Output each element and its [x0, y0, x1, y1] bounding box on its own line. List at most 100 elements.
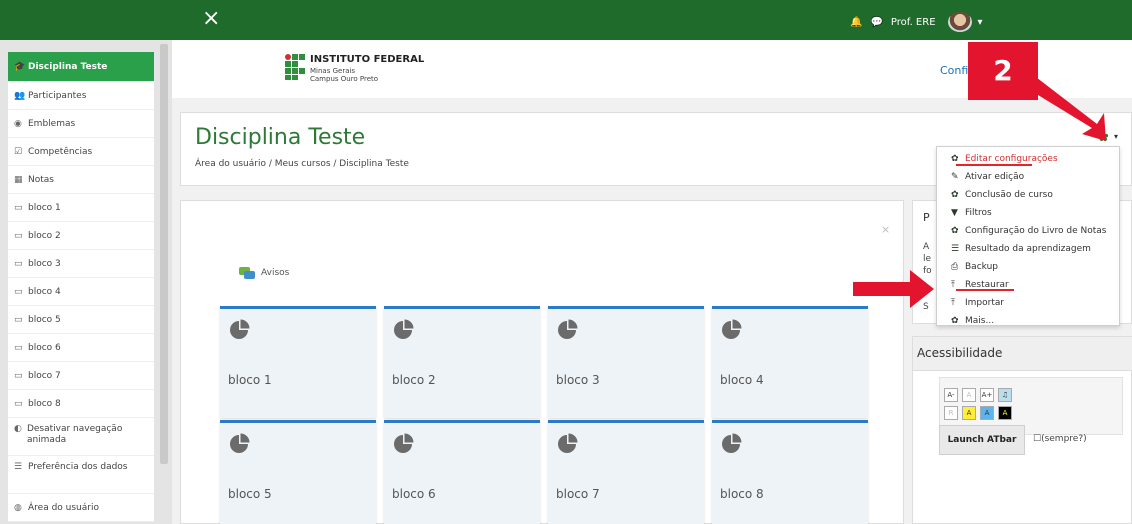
color-black-button[interactable]: A — [998, 406, 1012, 420]
launch-atbar-button[interactable]: Launch ATbar — [939, 425, 1025, 455]
speech-button[interactable]: ♫ — [998, 388, 1012, 402]
logo-line3: Campus Ouro Preto — [310, 75, 379, 83]
section-tile[interactable]: bloco 5 — [220, 420, 376, 524]
nav-item-icon: ▭ — [14, 286, 23, 297]
nav-item-icon: ▭ — [14, 202, 23, 213]
sidebar-item-label: Disciplina Teste — [28, 61, 108, 72]
sidebar-item[interactable]: 🎓 Disciplina Teste — [8, 52, 154, 82]
nav-item-icon: 👥 — [14, 90, 26, 101]
tile-label: bloco 7 — [556, 487, 600, 501]
color-yellow-button[interactable]: A — [962, 406, 976, 420]
sidebar-item[interactable]: ◍ Área do usuário — [8, 494, 154, 522]
sidebar-item[interactable]: ☑ Competências — [8, 138, 154, 166]
chat-icon[interactable]: 💬 — [870, 17, 882, 28]
section-tile[interactable]: bloco 3 — [548, 306, 704, 418]
gear-icon[interactable]: ✿ — [1098, 130, 1109, 145]
menu-item-label: Backup — [965, 262, 998, 272]
avatar[interactable] — [947, 12, 972, 32]
logo-subtitle: Minas Gerais Campus Ouro Preto — [310, 67, 378, 83]
menu-item[interactable]: ▼ Filtros — [937, 204, 1119, 222]
font-decrease-button[interactable]: A- — [944, 388, 958, 402]
sidebar-item-label: bloco 1 — [28, 202, 61, 213]
color-reset-button[interactable]: R — [944, 406, 958, 420]
menu-item[interactable]: ⎙ Backup — [937, 258, 1119, 276]
sidebar-item[interactable]: ▭ bloco 5 — [8, 306, 154, 334]
section-tile[interactable]: bloco 1 — [220, 306, 376, 418]
menu-item[interactable]: ☰ Resultado da aprendizagem — [937, 240, 1119, 258]
sempre-checkbox[interactable]: ☐(sempre?) — [1033, 434, 1087, 444]
side-block-text: A le fo S — [923, 241, 932, 313]
nav-item-icon: ▭ — [14, 342, 23, 353]
sidebar-item[interactable]: 👥 Participantes — [8, 82, 154, 110]
close-icon[interactable]: × — [881, 223, 890, 236]
sidebar-item[interactable]: ▭ bloco 8 — [8, 390, 154, 418]
forum-avisos-link[interactable]: Avisos — [239, 267, 289, 279]
menu-item[interactable]: ⤒ Restaurar — [937, 276, 1119, 294]
avisos-label: Avisos — [261, 268, 290, 278]
pie-chart-icon — [230, 319, 250, 339]
sidebar-item-label: Desativar navegação animada — [26, 424, 123, 445]
sidebar-item[interactable]: ◉ Emblemas — [8, 110, 154, 138]
menu-item-label: Conclusão de curso — [965, 190, 1053, 200]
section-tile[interactable]: bloco 8 — [712, 420, 868, 524]
section-tile[interactable]: bloco 7 — [548, 420, 704, 524]
font-reset-button[interactable]: A — [962, 388, 976, 402]
nav-scrollbar[interactable] — [160, 44, 168, 464]
user-name[interactable]: Prof. ERE — [891, 17, 936, 28]
tile-label: bloco 6 — [392, 487, 436, 501]
tile-label: bloco 3 — [556, 373, 600, 387]
forum-icon — [239, 267, 255, 279]
sidebar-item[interactable]: ▭ bloco 6 — [8, 334, 154, 362]
sidebar-item[interactable]: ☰ Preferência dos dados — [8, 456, 154, 494]
menu-item[interactable]: ✎ Ativar edição — [937, 168, 1119, 186]
side-text-line: le — [923, 254, 932, 264]
tile-label: bloco 4 — [720, 373, 764, 387]
sidebar-item[interactable]: ▭ bloco 7 — [8, 362, 154, 390]
tile-label: bloco 1 — [228, 373, 272, 387]
menu-item-label: Editar configurações — [965, 154, 1058, 164]
menu-item[interactable]: ✿ Mais... — [937, 312, 1119, 330]
sidebar-item-label: bloco 2 — [28, 230, 61, 241]
sidebar-item-label: Competências — [28, 146, 93, 157]
caret-down-icon[interactable]: ▾ — [978, 17, 983, 28]
color-blue-button[interactable]: A — [980, 406, 994, 420]
left-navigation-drawer: 🎓 Disciplina Teste 👥 Participantes ◉ Emblemas… — [0, 40, 172, 524]
sidebar-item[interactable]: ▭ bloco 1 — [8, 194, 154, 222]
menu-item[interactable]: ✿ Conclusão de curso — [937, 186, 1119, 204]
menu-item[interactable]: ⤒ Importar — [937, 294, 1119, 312]
sidebar-item[interactable]: ▭ bloco 4 — [8, 278, 154, 306]
close-icon[interactable]: × — [202, 7, 220, 31]
page-title: Disciplina Teste — [195, 125, 366, 150]
section-tile[interactable]: bloco 4 — [712, 306, 868, 418]
section-tile[interactable]: bloco 2 — [384, 306, 540, 418]
sidebar-item[interactable]: ◐ Desativar navegação animada — [8, 418, 154, 456]
nav-item-icon: ▭ — [14, 370, 23, 381]
sidebar-item[interactable]: ▦ Notas — [8, 166, 154, 194]
chevron-down-icon[interactable]: ▾ — [1114, 132, 1118, 141]
step-callout-badge: 2 — [968, 42, 1038, 100]
pie-chart-icon — [558, 433, 578, 453]
nav-item-icon: ▦ — [14, 174, 23, 185]
breadcrumb[interactable]: Área do usuário / Meus cursos / Discipli… — [195, 159, 409, 169]
sidebar-item-label: Preferência dos dados — [28, 462, 128, 472]
sidebar-item-label: Notas — [28, 174, 54, 185]
menu-item[interactable]: ✿ Configuração do Livro de Notas — [937, 222, 1119, 240]
config-link[interactable]: Confi — [940, 64, 968, 77]
menu-item-icon: ✎ — [951, 172, 959, 182]
font-increase-button[interactable]: A+ — [980, 388, 994, 402]
sidebar-item-label: bloco 8 — [28, 398, 61, 409]
menu-item-icon: ✿ — [951, 226, 959, 236]
course-actions-menu: ✿ Editar configurações ✎ Ativar edição ✿ Conc… — [936, 146, 1120, 326]
sidebar-item-label: Emblemas — [28, 118, 76, 129]
sidebar-item[interactable]: ▭ bloco 3 — [8, 250, 154, 278]
nav-item-icon: 🎓 — [14, 61, 26, 72]
menu-item-label: Configuração do Livro de Notas — [965, 226, 1107, 236]
bell-icon[interactable]: 🔔 — [850, 17, 862, 28]
logo-line2: Minas Gerais — [310, 67, 356, 75]
tile-label: bloco 2 — [392, 373, 436, 387]
menu-item-icon: ⤒ — [951, 298, 955, 308]
sidebar-item[interactable]: ▭ bloco 2 — [8, 222, 154, 250]
highlight-underline-editar — [956, 164, 1032, 166]
pie-chart-icon — [722, 319, 742, 339]
section-tile[interactable]: bloco 6 — [384, 420, 540, 524]
